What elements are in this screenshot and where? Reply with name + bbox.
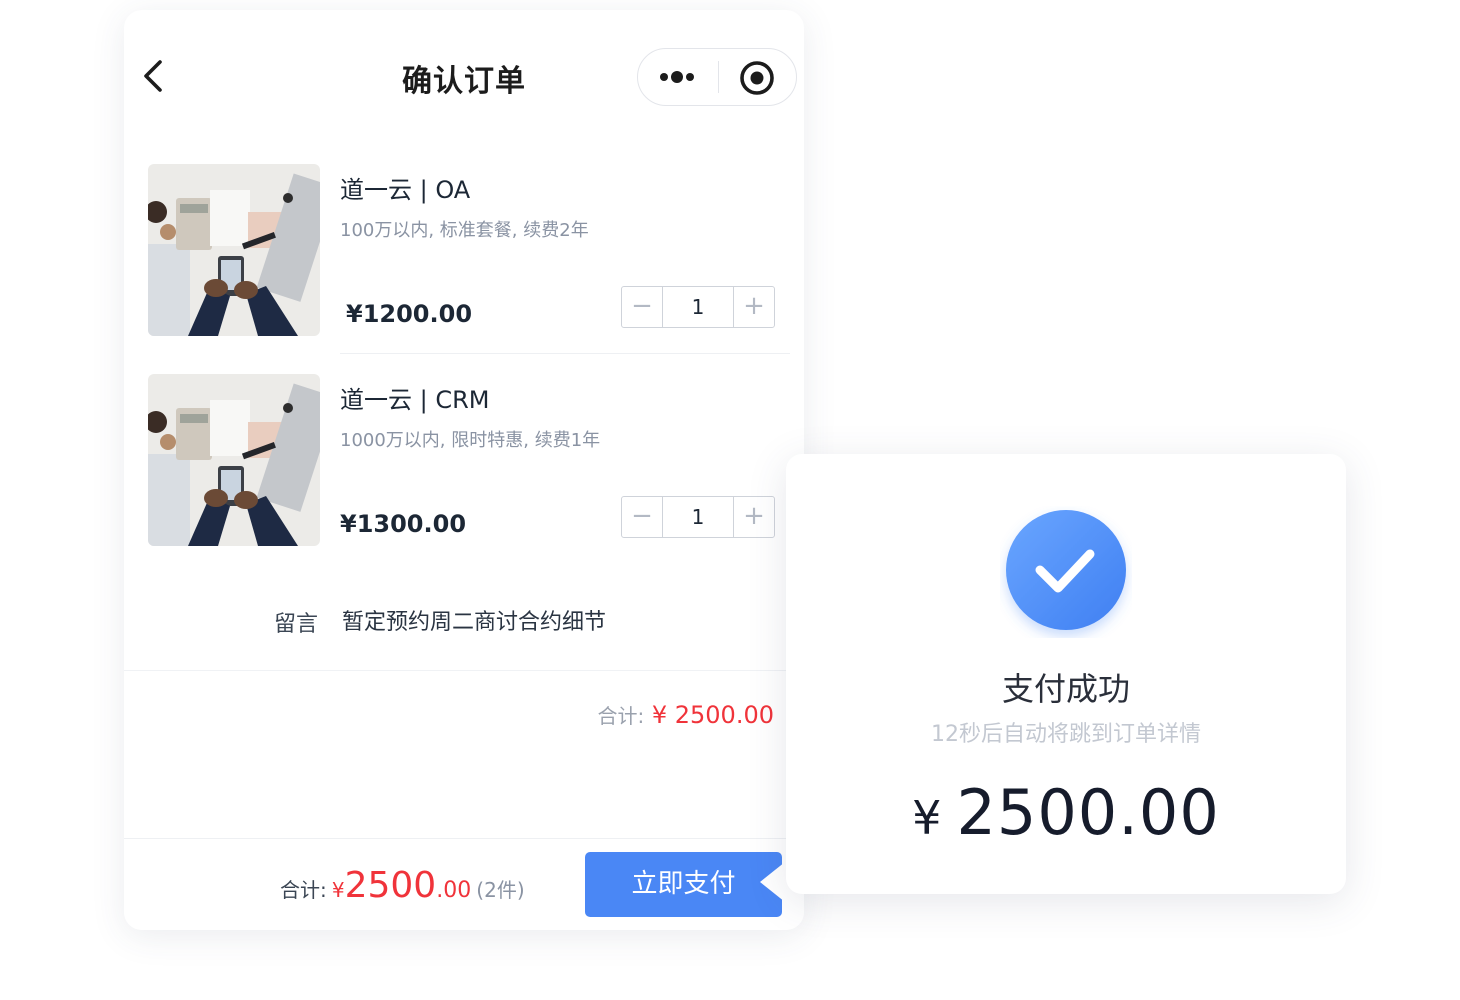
footer-total: 合计: ¥2500.00 (2件)	[280, 865, 525, 906]
product-price: ¥1200.00	[346, 300, 473, 328]
product-item: 道一云 | CRM 1000万以内, 限时特惠, 续费1年 ¥1300.00 −…	[124, 374, 804, 554]
product-thumbnail	[148, 374, 320, 546]
paid-currency: ¥	[912, 791, 943, 845]
payment-success-card: 支付成功 12秒后自动将跳到订单详情 ¥2500.00	[786, 454, 1346, 894]
quantity-stepper: − 1 +	[621, 286, 775, 328]
pay-now-button[interactable]: 立即支付	[585, 852, 782, 917]
minus-icon[interactable]: −	[622, 287, 663, 327]
footer-total-label: 合计:	[280, 878, 327, 902]
product-name: 道一云 | OA	[340, 176, 471, 204]
item-divider	[340, 353, 790, 354]
message-label: 留言	[274, 612, 319, 637]
order-confirm-page: 确认订单 道一云 | OA 100万以内, 标准套餐, 续费2年 ¥1200.0…	[124, 10, 804, 930]
section-divider	[124, 670, 804, 671]
desk-photo-image	[148, 374, 320, 546]
product-desc: 100万以内, 标准套餐, 续费2年	[340, 220, 589, 241]
mini-program-capsule	[637, 48, 797, 106]
nav-bar: 确认订单	[124, 10, 804, 150]
minus-icon[interactable]: −	[622, 497, 663, 537]
quantity-value[interactable]: 1	[663, 287, 733, 327]
capsule-divider	[718, 61, 719, 93]
paid-amount: ¥2500.00	[786, 776, 1346, 849]
product-desc: 1000万以内, 限时特惠, 续费1年	[340, 430, 601, 451]
desk-photo-image	[148, 164, 320, 336]
check-icon	[1006, 510, 1126, 630]
target-circle-icon[interactable]	[738, 59, 776, 97]
page-title: 确认订单	[402, 64, 526, 99]
subtotal: 合计: ¥ 2500.00	[597, 700, 774, 729]
footer-amount-dec: .00	[436, 878, 472, 903]
plus-icon[interactable]: +	[733, 287, 774, 327]
paid-amount-value: 2500.00	[956, 776, 1220, 849]
checkout-bar: 合计: ¥2500.00 (2件) 立即支付	[124, 838, 804, 930]
success-title: 支付成功	[1001, 670, 1130, 708]
product-name: 道一云 | CRM	[340, 386, 490, 414]
subtotal-value: ¥ 2500.00	[651, 701, 774, 729]
plus-icon[interactable]: +	[733, 497, 774, 537]
footer-currency: ¥	[331, 878, 345, 902]
more-dots-icon[interactable]	[658, 66, 698, 88]
footer-amount-int: 2500	[344, 865, 437, 906]
back-arrow-icon[interactable]	[140, 56, 170, 96]
redirect-hint: 12秒后自动将跳到订单详情	[931, 722, 1201, 747]
product-thumbnail	[148, 164, 320, 336]
subtotal-label: 合计:	[597, 704, 645, 728]
quantity-value[interactable]: 1	[663, 497, 733, 537]
quantity-stepper: − 1 +	[621, 496, 775, 538]
footer-item-count: (2件)	[476, 878, 525, 902]
product-price: ¥1300.00	[340, 510, 467, 538]
product-item: 道一云 | OA 100万以内, 标准套餐, 续费2年 ¥1200.00 − 1…	[124, 164, 804, 344]
message-input[interactable]: 暂定预约周二商讨合约细节	[342, 604, 762, 636]
